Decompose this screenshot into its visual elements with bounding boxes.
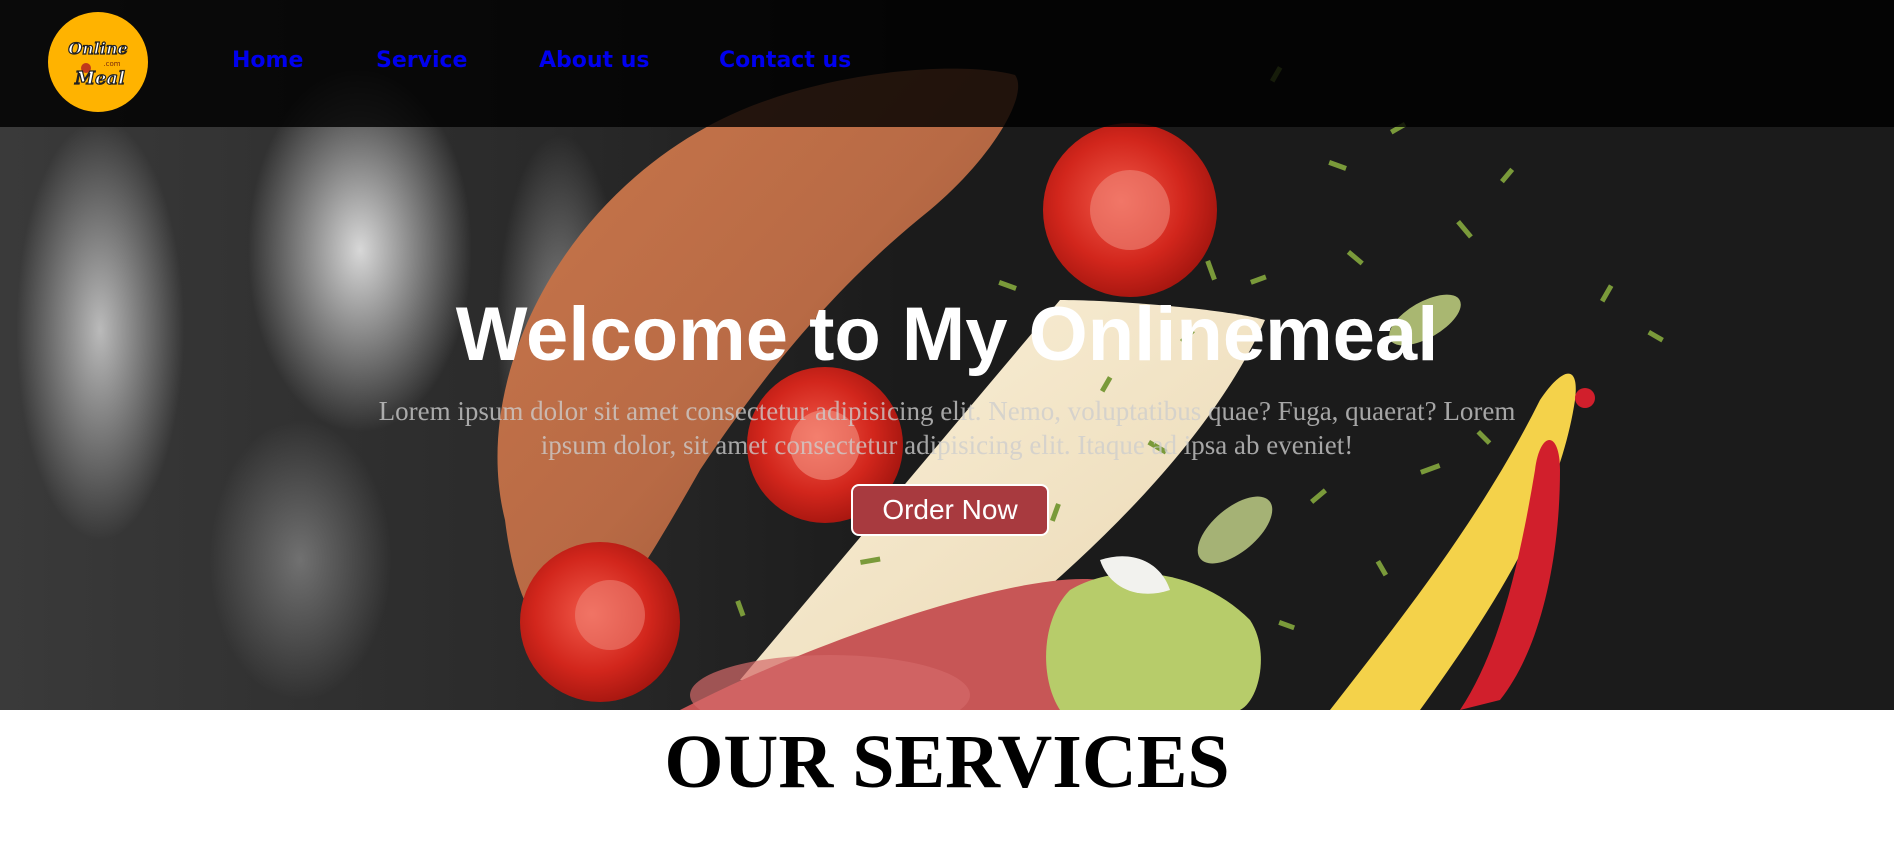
- hero-title: Welcome to My Onlinemeal: [455, 292, 1439, 377]
- nav-about-link[interactable]: About us: [539, 48, 649, 73]
- services-heading: OUR SERVICES: [664, 720, 1230, 804]
- order-now-button[interactable]: Order Now: [851, 484, 1049, 536]
- site-logo[interactable]: Online .com Meal: [48, 12, 148, 112]
- svg-text:Meal: Meal: [74, 68, 125, 89]
- logo-wordmark-icon: Online .com Meal: [68, 38, 129, 89]
- svg-text:.com: .com: [103, 60, 120, 68]
- svg-text:Online: Online: [68, 39, 128, 58]
- hero-description: Lorem ipsum dolor sit amet consectetur a…: [378, 396, 1516, 460]
- nav-service-link[interactable]: Service: [376, 48, 467, 73]
- nav-contact-link[interactable]: Contact us: [719, 48, 851, 73]
- top-navbar: Online .com Meal Home Service About us C…: [0, 0, 1894, 127]
- nav-home-link[interactable]: Home: [232, 48, 303, 73]
